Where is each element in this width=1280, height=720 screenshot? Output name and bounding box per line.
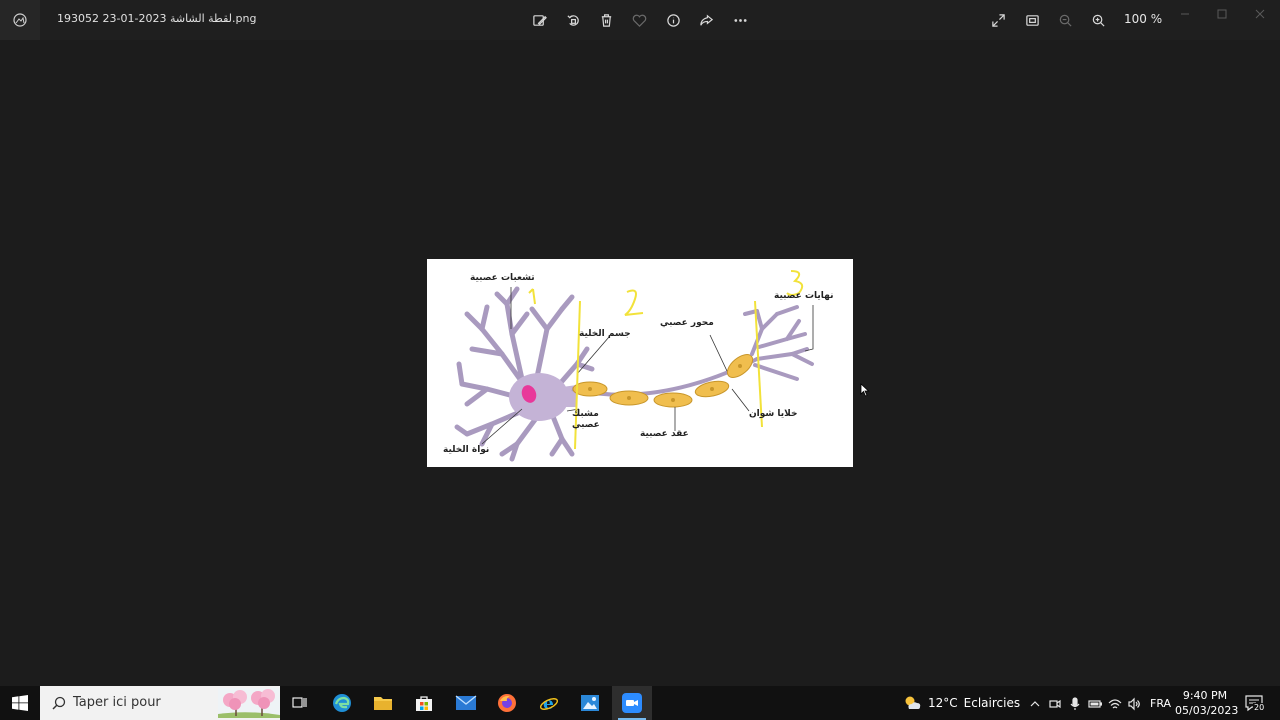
weather-condition: Eclaircies bbox=[963, 696, 1021, 710]
image-canvas[interactable]: تشعبات عصبية جسم الخلية محور عصبي نهايات… bbox=[0, 40, 1280, 686]
neuron-diagram-image: تشعبات عصبية جسم الخلية محور عصبي نهايات… bbox=[427, 259, 853, 467]
favorite-icon bbox=[632, 14, 646, 27]
taskbar-zoom[interactable] bbox=[612, 686, 652, 720]
zoom-in-icon bbox=[1092, 14, 1105, 27]
delete-icon bbox=[601, 13, 611, 27]
weather-temp: 12°C bbox=[928, 696, 958, 710]
window-title: لقطة الشاشة 2023-01-23 193052.png bbox=[57, 12, 257, 25]
microphone-icon bbox=[1070, 697, 1080, 710]
windows-logo-icon bbox=[12, 695, 28, 711]
taskbar-search-box[interactable]: Taper ici pour bbox=[40, 686, 280, 720]
zoom-out-icon bbox=[1059, 14, 1072, 27]
taskbar-edge[interactable] bbox=[322, 686, 362, 720]
more-icon bbox=[733, 18, 747, 22]
tray-network[interactable] bbox=[1108, 696, 1122, 710]
speaker-icon bbox=[1128, 697, 1140, 711]
firefox-icon bbox=[498, 694, 516, 712]
mail-icon bbox=[455, 695, 477, 710]
mouse-cursor-icon bbox=[860, 383, 870, 397]
task-view-button[interactable] bbox=[280, 686, 320, 720]
search-placeholder: Taper ici pour bbox=[73, 695, 161, 710]
taskbar-photos[interactable] bbox=[570, 686, 610, 720]
show-hidden-icons-button[interactable] bbox=[1028, 696, 1042, 710]
taskbar-store[interactable] bbox=[404, 686, 444, 720]
minimize-button[interactable] bbox=[1170, 4, 1200, 24]
taskbar-file-explorer[interactable] bbox=[363, 686, 403, 720]
camera-icon bbox=[1049, 699, 1061, 709]
fullscreen-button[interactable] bbox=[986, 8, 1010, 32]
minimize-icon bbox=[1181, 13, 1189, 15]
tray-volume[interactable] bbox=[1127, 696, 1141, 711]
search-highlight-blossom-icon bbox=[218, 688, 280, 718]
svg-text:e: e bbox=[543, 694, 554, 713]
maximize-button[interactable] bbox=[1207, 4, 1237, 24]
notification-count-badge: 20 bbox=[1253, 703, 1266, 712]
info-icon bbox=[666, 13, 680, 27]
partly-cloudy-icon bbox=[905, 696, 921, 709]
zoom-in-button[interactable] bbox=[1086, 8, 1110, 32]
label-synapse-line1: مشبك bbox=[572, 409, 599, 419]
taskbar-internet-explorer[interactable]: e bbox=[529, 686, 569, 720]
system-clock[interactable]: 9:40 PM 05/03/2023 bbox=[1175, 688, 1239, 718]
info-button[interactable] bbox=[661, 8, 685, 32]
label-axon: محور عصبي bbox=[660, 318, 714, 328]
rotate-icon bbox=[566, 14, 579, 26]
store-icon bbox=[416, 696, 432, 711]
search-icon bbox=[52, 696, 66, 710]
edge-icon bbox=[333, 694, 351, 712]
share-button[interactable] bbox=[694, 8, 718, 32]
photos-icon bbox=[581, 695, 599, 711]
tray-battery[interactable] bbox=[1088, 696, 1103, 710]
tray-meet-now[interactable] bbox=[1048, 696, 1062, 710]
internet-explorer-icon: e bbox=[539, 694, 559, 713]
zoom-app-icon bbox=[622, 693, 642, 713]
label-dendrites: تشعبات عصبية bbox=[470, 273, 535, 283]
edit-image-icon bbox=[532, 14, 547, 26]
task-view-icon bbox=[292, 697, 307, 708]
close-button[interactable] bbox=[1245, 4, 1275, 24]
label-schwann-cells: خلايا شوان bbox=[749, 409, 798, 419]
folder-icon bbox=[374, 697, 392, 710]
fit-icon bbox=[1025, 14, 1039, 26]
taskbar: Taper ici pour e 12°C Eclaircies FRA 9:4… bbox=[0, 686, 1280, 720]
more-button[interactable] bbox=[728, 8, 752, 32]
wifi-icon bbox=[1108, 699, 1122, 709]
input-language[interactable]: FRA bbox=[1150, 697, 1171, 710]
clock-time: 9:40 PM bbox=[1182, 689, 1228, 702]
start-button[interactable] bbox=[0, 686, 40, 720]
label-synapse-line2: عصبي bbox=[572, 420, 600, 430]
close-icon bbox=[1255, 9, 1265, 19]
weather-widget[interactable]: 12°C Eclaircies bbox=[902, 686, 1020, 720]
edit-image-button[interactable] bbox=[527, 8, 551, 32]
zoom-level[interactable]: 100 % bbox=[1124, 12, 1162, 26]
battery-icon bbox=[1088, 700, 1103, 708]
rotate-button[interactable] bbox=[561, 8, 585, 32]
clock-date: 05/03/2023 bbox=[1175, 704, 1239, 717]
favorite-button[interactable] bbox=[627, 8, 651, 32]
label-ganglia: عقد عصبية bbox=[640, 429, 689, 439]
label-terminals: نهايات عصبية bbox=[774, 291, 834, 301]
photos-app-icon[interactable] bbox=[0, 0, 40, 40]
chevron-up-icon bbox=[1030, 701, 1040, 707]
taskbar-firefox[interactable] bbox=[487, 686, 527, 720]
maximize-icon bbox=[1217, 9, 1227, 19]
title-bar: لقطة الشاشة 2023-01-23 193052.png 100 % bbox=[0, 0, 1280, 40]
zoom-out-button[interactable] bbox=[1053, 8, 1077, 32]
label-nucleus: نواة الخلية bbox=[443, 445, 490, 455]
delete-button[interactable] bbox=[594, 8, 618, 32]
fit-to-window-button[interactable] bbox=[1020, 8, 1044, 32]
taskbar-mail[interactable] bbox=[446, 686, 486, 720]
label-cell-body: جسم الخلية bbox=[579, 329, 631, 339]
fullscreen-icon bbox=[991, 13, 1005, 27]
share-icon bbox=[699, 14, 713, 25]
tray-microphone[interactable] bbox=[1068, 696, 1082, 710]
